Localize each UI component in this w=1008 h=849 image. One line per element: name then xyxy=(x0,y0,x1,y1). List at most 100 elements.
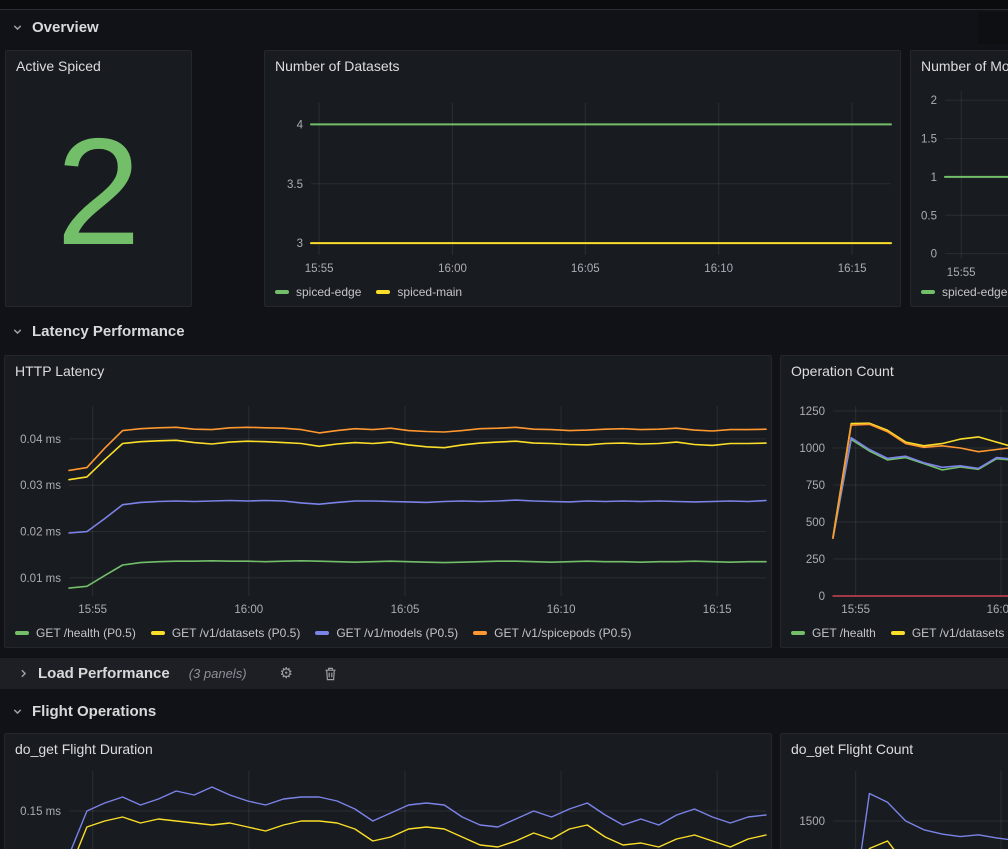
section-header-latency[interactable]: Latency Performance xyxy=(12,320,185,342)
section-delete-button[interactable] xyxy=(324,667,337,681)
svg-text:0.5: 0.5 xyxy=(921,210,937,222)
series-line xyxy=(833,424,1008,538)
legend-item[interactable]: GET /v1/models (P0.5) xyxy=(315,626,458,640)
grafana-dashboard: Overview Active Spiced 2 Number of Datas… xyxy=(0,0,1008,849)
legend-item[interactable]: GET /v1/spicepods (P0.5) xyxy=(473,626,631,640)
chart-legend: GET /health GET /v1/datasets xyxy=(791,626,1004,640)
svg-text:0.04 ms: 0.04 ms xyxy=(20,434,61,446)
svg-text:1.5: 1.5 xyxy=(921,134,937,146)
svg-text:16:10: 16:10 xyxy=(547,604,576,616)
legend-label: GET /v1/datasets (P0.5) xyxy=(172,626,301,640)
series-line xyxy=(69,817,766,849)
series-line xyxy=(69,427,766,470)
panel-title[interactable]: Operation Count xyxy=(791,363,894,379)
legend-label: GET /v1/models (P0.5) xyxy=(336,626,458,640)
svg-text:0.15 ms: 0.15 ms xyxy=(20,806,61,818)
panel-title[interactable]: Active Spiced xyxy=(16,58,101,74)
panel-http-latency: HTTP Latency 15:5516:0016:0516:1016:150.… xyxy=(4,355,772,648)
svg-text:15:55: 15:55 xyxy=(305,263,334,275)
legend-label: spiced-edge xyxy=(296,285,361,299)
chart-canvas: 15:5516:0016:0516:1016:1521.510.50 xyxy=(911,51,1008,308)
legend-item[interactable]: GET /health (P0.5) xyxy=(15,626,136,640)
panel-operation-count: Operation Count 15:5516:0016:0516:1016:1… xyxy=(780,355,1008,648)
svg-text:250: 250 xyxy=(806,554,825,566)
panel-title[interactable]: Number of Datasets xyxy=(275,58,400,74)
models-chart-canvas[interactable]: 15:5516:0016:0516:1016:1521.510.50 xyxy=(911,51,1008,306)
series-color-swatch xyxy=(921,290,935,294)
legend-label: GET /v1/spicepods (P0.5) xyxy=(494,626,631,640)
svg-text:16:00: 16:00 xyxy=(234,604,263,616)
svg-text:1: 1 xyxy=(931,172,937,184)
section-header-flight[interactable]: Flight Operations xyxy=(12,700,156,722)
svg-text:16:00: 16:00 xyxy=(987,604,1008,616)
svg-text:1000: 1000 xyxy=(799,443,825,455)
chevron-down-icon xyxy=(12,22,23,33)
panel-number-of-datasets: Number of Datasets 15:5516:0016:0516:101… xyxy=(264,50,901,307)
svg-text:0.03 ms: 0.03 ms xyxy=(20,480,61,492)
series-color-swatch xyxy=(376,290,390,294)
legend-label: GET /v1/datasets xyxy=(912,626,1005,640)
legend-item[interactable]: GET /v1/datasets xyxy=(891,626,1005,640)
legend-label: spiced-edge xyxy=(942,285,1007,299)
legend-item[interactable]: spiced-edge xyxy=(275,285,361,299)
chevron-down-icon xyxy=(12,706,23,717)
panel-number-of-models: Number of Models 15:5516:0016:0516:1016:… xyxy=(910,50,1008,307)
svg-text:500: 500 xyxy=(806,517,825,529)
legend-item[interactable]: GET /v1/datasets (P0.5) xyxy=(151,626,301,640)
top-bar xyxy=(0,0,1008,10)
series-color-swatch xyxy=(151,631,165,635)
section-settings-button[interactable]: ⚙ xyxy=(280,666,293,681)
series-line xyxy=(69,440,766,479)
panel-title[interactable]: HTTP Latency xyxy=(15,363,104,379)
legend-item[interactable]: spiced-edge xyxy=(921,285,1007,299)
svg-text:3: 3 xyxy=(297,238,303,250)
panel-title[interactable]: do_get Flight Count xyxy=(791,741,913,757)
operation-count-chart-canvas[interactable]: 15:5516:0016:0516:1016:15125010007505002… xyxy=(781,356,1008,647)
series-color-swatch xyxy=(15,631,29,635)
section-title: Load Performance xyxy=(38,665,170,682)
svg-text:16:00: 16:00 xyxy=(438,263,467,275)
series-line xyxy=(69,500,766,533)
http-latency-chart-canvas[interactable]: 15:5516:0016:0516:1016:150.04 ms0.03 ms0… xyxy=(5,356,771,647)
svg-text:16:15: 16:15 xyxy=(703,604,732,616)
panel-title[interactable]: Number of Models xyxy=(921,58,1008,74)
chart-canvas: 15:5516:0016:0516:1016:15125010007505002… xyxy=(781,356,1008,649)
panel-flight-count: do_get Flight Count 15:5516:0016:0516:10… xyxy=(780,733,1008,849)
series-line xyxy=(833,438,1008,538)
panels-count-note: (3 panels) xyxy=(189,666,247,681)
series-line xyxy=(69,787,766,849)
chart-canvas: 15:5516:0016:0516:1016:150.04 ms0.03 ms0… xyxy=(5,356,773,649)
stat-container: 2 xyxy=(6,77,191,306)
section-title: Flight Operations xyxy=(32,703,156,720)
series-color-swatch xyxy=(275,290,289,294)
section-title: Overview xyxy=(32,19,99,36)
svg-text:0.01 ms: 0.01 ms xyxy=(20,573,61,585)
svg-text:16:05: 16:05 xyxy=(571,263,600,275)
top-right-dark-region xyxy=(978,12,1008,44)
series-color-swatch xyxy=(473,631,487,635)
legend-item[interactable]: spiced-main xyxy=(376,285,462,299)
panel-active-spiced: Active Spiced 2 xyxy=(5,50,192,307)
series-color-swatch xyxy=(791,631,805,635)
legend-item[interactable]: GET /health xyxy=(791,626,876,640)
panel-title[interactable]: do_get Flight Duration xyxy=(15,741,153,757)
svg-text:2: 2 xyxy=(931,95,937,107)
svg-text:15:55: 15:55 xyxy=(947,267,976,279)
chart-legend: GET /health (P0.5) GET /v1/datasets (P0.5… xyxy=(15,626,631,640)
section-title: Latency Performance xyxy=(32,323,185,340)
panel-flight-duration: do_get Flight Duration 15:5516:0016:0516… xyxy=(4,733,772,849)
trash-icon xyxy=(324,667,337,681)
svg-text:750: 750 xyxy=(806,480,825,492)
gear-icon: ⚙ xyxy=(280,666,293,681)
svg-text:3.5: 3.5 xyxy=(287,179,303,191)
datasets-chart-canvas[interactable]: 15:5516:0016:0516:1016:1543.53 xyxy=(265,51,900,306)
series-line xyxy=(833,841,1008,849)
chart-canvas: 15:5516:0016:0516:1016:1543.53 xyxy=(265,51,902,308)
section-header-overview[interactable]: Overview xyxy=(12,16,99,38)
series-line xyxy=(833,423,1008,537)
stat-value: 2 xyxy=(56,116,141,268)
svg-text:1250: 1250 xyxy=(799,406,825,418)
series-line xyxy=(833,439,1008,538)
section-header-load-performance[interactable]: Load Performance (3 panels) ⚙ xyxy=(0,658,1008,689)
svg-text:16:10: 16:10 xyxy=(704,263,733,275)
